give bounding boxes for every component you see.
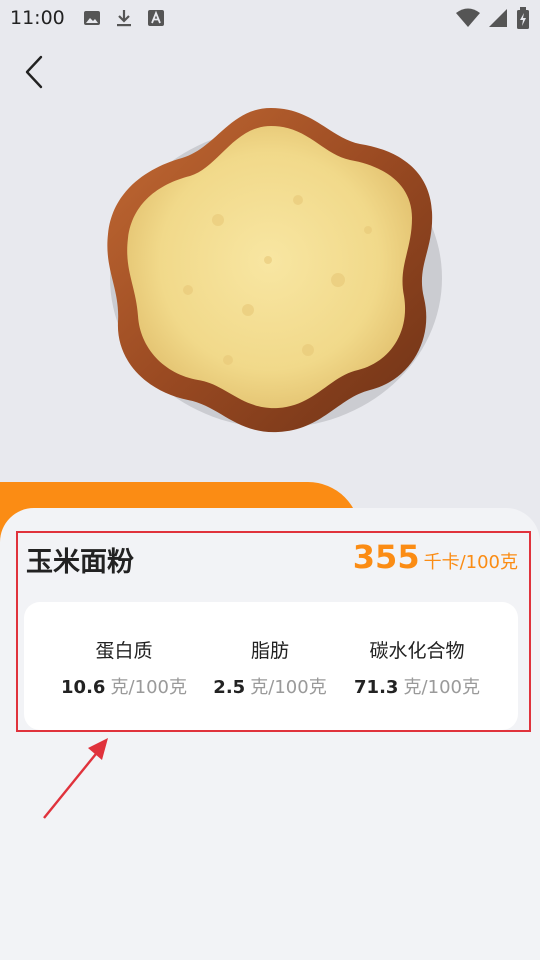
food-name: 玉米面粉 [26, 547, 134, 578]
nutrient-protein: 蛋白质 10.6 克/100克 [61, 636, 187, 699]
calorie-unit: 千卡/100克 [423, 552, 518, 573]
wifi-icon [456, 8, 480, 28]
food-image [98, 100, 444, 440]
calorie-block: 355 千卡/100克 [353, 538, 518, 576]
annotation-arrow-icon [36, 734, 116, 824]
nutrient-fat: 脂肪 2.5 克/100克 [213, 636, 326, 699]
text-a-icon [147, 9, 165, 27]
download-icon [115, 8, 133, 28]
signal-icon [488, 8, 508, 28]
nutrient-value: 10.6 [61, 677, 106, 698]
nutrient-name: 碳水化合物 [369, 640, 465, 662]
nutrient-name: 蛋白质 [95, 640, 153, 662]
nutrient-value: 71.3 [354, 677, 399, 698]
nutrient-name: 脂肪 [250, 640, 289, 662]
battery-charging-icon [516, 7, 530, 29]
nutrient-unit: 克/100克 [403, 677, 480, 698]
nutrients-card: 蛋白质 10.6 克/100克 脂肪 2.5 克/100克 碳水化合物 71.3… [24, 602, 518, 730]
status-icons-left [83, 8, 165, 28]
status-bar: 11:00 [0, 0, 540, 36]
nutrient-unit: 克/100克 [250, 677, 327, 698]
image-icon [83, 9, 101, 27]
nutrient-value: 2.5 [213, 677, 246, 698]
calorie-value: 355 [352, 538, 420, 576]
status-time: 11:00 [10, 7, 65, 29]
back-button[interactable] [16, 55, 52, 93]
nutrient-carbohydrate: 碳水化合物 71.3 克/100克 [354, 636, 480, 699]
nutrient-unit: 克/100克 [110, 677, 187, 698]
status-icons-right [456, 7, 530, 29]
chevron-left-icon [23, 55, 45, 93]
